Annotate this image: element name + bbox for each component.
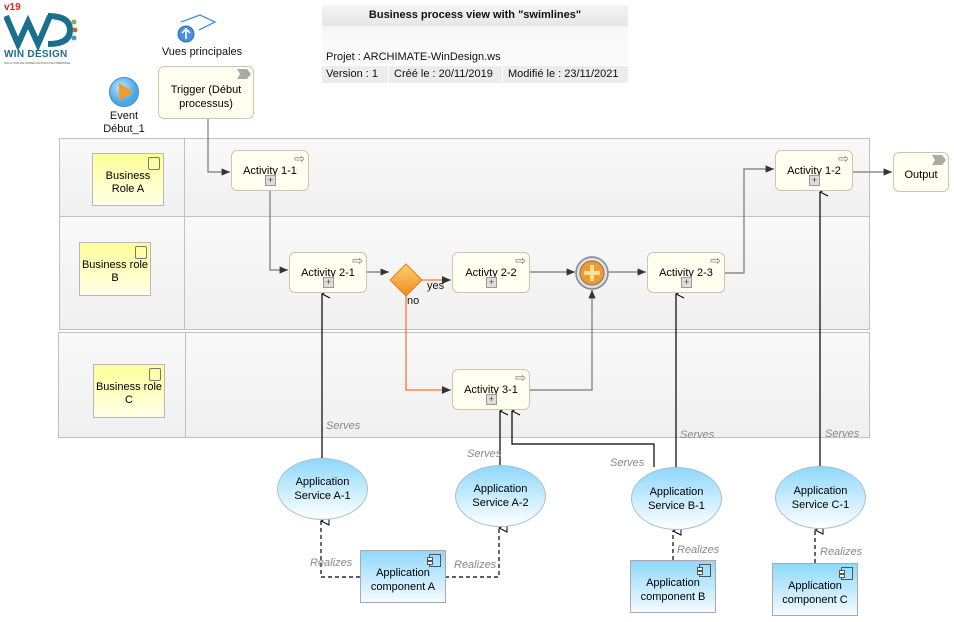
flow-a31-join <box>530 290 596 391</box>
flow-trigger-a11 <box>207 119 230 176</box>
flow-a23-a12 <box>725 165 774 274</box>
activity-1-1[interactable]: ⇨ Activity 1-1 + <box>231 150 309 191</box>
expand-icon[interactable]: + <box>809 175 820 186</box>
component-icon <box>839 567 853 580</box>
expand-icon[interactable]: + <box>486 394 497 405</box>
activity-arrow-icon: ⇨ <box>352 253 363 268</box>
serves-label: Serves <box>467 448 502 460</box>
application-service-a-1[interactable]: Application Service A-1 <box>277 458 368 520</box>
realizes-label: Realizes <box>677 544 720 556</box>
exclusive-gateway-icon[interactable] <box>389 263 423 297</box>
activity-1-2[interactable]: ⇨ Activity 1-2 + <box>775 150 853 191</box>
activity-arrow-icon: ⇨ <box>294 151 305 166</box>
realizes-label: Realizes <box>820 546 863 558</box>
realizes-label: Realizes <box>310 557 353 569</box>
service-label: Application Service C-1 <box>791 484 850 511</box>
flow-gateway-no <box>405 296 451 394</box>
diagram-canvas: v19 WIN DESIGN SOLUTION DE MODÉLISATION … <box>0 0 954 622</box>
serves-label: Serves <box>680 429 715 441</box>
application-component-b[interactable]: Application component B <box>630 560 716 613</box>
activity-2-1[interactable]: ⇨ Activity 2-1 + <box>289 252 367 293</box>
application-component-c[interactable]: Application component C <box>772 563 858 616</box>
application-service-c-1[interactable]: Application Service C-1 <box>775 466 866 529</box>
expand-icon[interactable]: + <box>265 175 276 186</box>
service-label: Application Service A-2 <box>472 483 529 509</box>
parallel-gateway-icon[interactable] <box>575 256 609 290</box>
event-tag-icon <box>932 155 946 165</box>
service-label: Application Service B-1 <box>648 485 705 512</box>
application-component-a[interactable]: Application component A <box>360 550 446 603</box>
activity-arrow-icon: ⇨ <box>515 370 526 385</box>
output-node[interactable]: Output <box>893 152 949 192</box>
activity-2-2[interactable]: ⇨ Activty 2-2 + <box>452 252 530 293</box>
activity-arrow-icon: ⇨ <box>710 253 721 268</box>
output-label: Output <box>904 169 938 181</box>
expand-icon[interactable]: + <box>681 277 692 288</box>
application-service-a-2[interactable]: Application Service A-2 <box>455 465 546 527</box>
realizes-label: Realizes <box>454 559 497 571</box>
application-service-b-1[interactable]: Application Service B-1 <box>631 467 722 530</box>
component-icon <box>697 564 711 577</box>
flow-a11-a21 <box>269 191 288 274</box>
serves-label: Serves <box>610 457 645 469</box>
expand-icon[interactable]: + <box>323 277 334 288</box>
gateway-yes-label: yes <box>427 280 445 292</box>
component-icon <box>427 554 441 567</box>
serves-label: Serves <box>326 420 361 432</box>
serves-label: Serves <box>825 428 860 440</box>
connections-layer: Serves Serves Serves Serves Serves Reali… <box>207 119 892 578</box>
activity-arrow-icon: ⇨ <box>838 151 849 166</box>
expand-icon[interactable]: + <box>486 277 497 288</box>
gateway-no-label: no <box>407 295 419 307</box>
component-label: Application component B <box>640 576 706 603</box>
component-label: Application component A <box>370 566 436 593</box>
activity-arrow-icon: ⇨ <box>515 253 526 268</box>
activity-3-1[interactable]: ⇨ Activity 3-1 + <box>452 369 530 410</box>
service-label: Application Service A-1 <box>294 476 351 502</box>
component-label: Application component C <box>782 579 848 606</box>
activity-2-3[interactable]: ⇨ Activity 2-3 + <box>647 252 725 293</box>
